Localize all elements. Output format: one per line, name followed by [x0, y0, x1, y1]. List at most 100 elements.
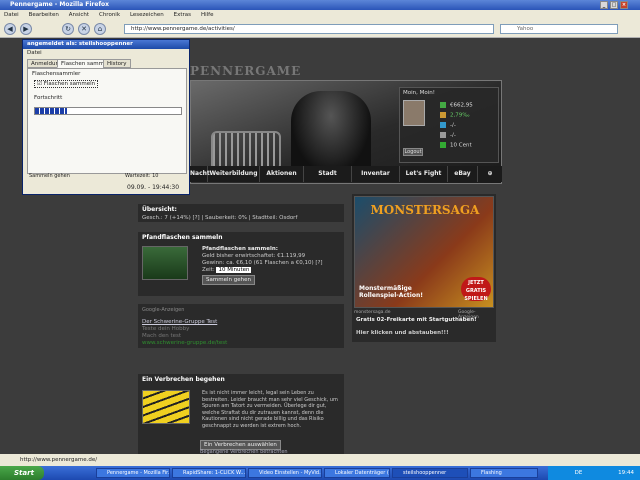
progress-bar — [34, 107, 182, 115]
google-ad-link[interactable]: Der Schwerine-Gruppe Test — [138, 319, 344, 326]
back-icon[interactable]: ◀ — [4, 23, 16, 35]
menu-chronik[interactable]: Chronik — [99, 12, 120, 18]
nav-ebay[interactable]: eBay — [448, 166, 478, 182]
stat-cent: 10 Cent — [440, 142, 472, 149]
money-icon — [440, 102, 446, 108]
window-title: Pennergame - Mozilla Firefox — [10, 1, 110, 8]
minimize-button[interactable]: _ — [600, 1, 608, 9]
menu-extras[interactable]: Extras — [174, 12, 191, 18]
collect-checkbox[interactable]: ☑ Flaschen sammeln — [34, 80, 99, 88]
addon-timestamp: 09.09. - 19:44:30 — [127, 184, 180, 191]
bottles-section: Pfandflaschen sammeln Pfandflaschen samm… — [138, 232, 344, 296]
menu-hilfe[interactable]: Hilfe — [201, 12, 214, 18]
nav-stadt[interactable]: Stadt — [304, 166, 352, 182]
menu-datei[interactable]: Datei — [4, 12, 19, 18]
stop-icon[interactable]: ✕ — [78, 23, 90, 35]
menu-lesezeichen[interactable]: Lesezeichen — [130, 12, 164, 18]
reload-icon[interactable]: ↻ — [62, 23, 74, 35]
url-input[interactable]: http://www.pennergame.de/activities/ — [124, 24, 494, 34]
bottles-gain: Gewinn: ca. €6,10 (61 Flaschen a €0,10) … — [202, 260, 323, 266]
nav-lets-fight[interactable]: Let's Fight — [400, 166, 448, 182]
bottles-time-select[interactable]: 10 Minuten — [216, 267, 252, 273]
ad-logo: MONSTERSAGA — [370, 203, 480, 217]
main-nav: Nacht Weiterbildung Aktionen Stadt Inven… — [190, 166, 502, 182]
clock: 19:44 — [618, 470, 634, 476]
tab-history[interactable]: History — [103, 59, 131, 68]
google-ads-section: Google-Anzeigen Der Schwerine-Gruppe Tes… — [138, 304, 344, 348]
addon-menu-datei[interactable]: Datei — [27, 50, 42, 56]
menu-ansicht[interactable]: Ansicht — [69, 12, 89, 18]
browser-toolbar: ◀ ▶ ↻ ✕ ⌂ http://www.pennergame.de/activ… — [0, 20, 640, 38]
progress-fill — [35, 108, 68, 114]
collect-button[interactable]: Sammeln gehen — [202, 275, 255, 285]
crime-section: Ein Verbrechen begehen Es ist nicht imme… — [138, 374, 344, 455]
home-icon[interactable]: ⌂ — [94, 23, 106, 35]
addon-status: Sammeln gehen — [29, 173, 70, 179]
nav-nacht[interactable]: Nacht — [190, 166, 210, 182]
nav-aktionen[interactable]: Aktionen — [260, 166, 304, 182]
bottles-money: Geld bisher erwirtschaftet: €1.119,99 — [202, 253, 306, 259]
ad-title: Gratis 02-Freikarte mit Startguthaben! — [356, 317, 477, 323]
logout-button[interactable]: Logout — [403, 148, 423, 156]
ad-tagline: Monstermäßige Rollenspiel-Action! — [359, 285, 423, 299]
maximize-button[interactable]: □ — [610, 1, 618, 9]
hero-image — [291, 91, 371, 175]
ad-banner[interactable]: MONSTERSAGA Monstermäßige Rollenspiel-Ac… — [354, 196, 494, 308]
stat-clean: -/- — [440, 122, 456, 129]
crime-text: Es ist nicht immer leicht, legal sein Le… — [202, 390, 338, 429]
stat-cross-value: -/- — [450, 132, 456, 139]
task-steilshooppenner[interactable]: steilshooppenner — [392, 468, 468, 478]
wait-label-text: Wartezeit: — [125, 173, 151, 179]
browser-menubar: Datei Bearbeiten Ansicht Chronik Lesezei… — [0, 10, 640, 20]
close-button[interactable]: × — [620, 1, 628, 9]
nav-inventar[interactable]: Inventar — [352, 166, 400, 182]
stat-clean-value: -/- — [450, 122, 456, 129]
bottles-time-label: Zeit: — [202, 267, 215, 273]
arrow-up-icon — [440, 142, 446, 148]
overview-text: Gesch.: 7 (+14%) [?] | Sauberkeit: 0% | … — [142, 215, 298, 221]
stat-cross: -/- — [440, 132, 456, 139]
checkbox-icon: ☑ — [37, 81, 42, 87]
addon-window: angemeldet als: steilshooppenner Datei A… — [22, 39, 190, 195]
task-video[interactable]: Video Einstellen - MyVid... — [248, 468, 322, 478]
nav-weiterbildung[interactable]: Weiterbildung — [208, 166, 260, 182]
ad-source[interactable]: monstersaga.de — [354, 310, 391, 315]
task-rapidshare[interactable]: RapidShare: 1-CLICK W... — [172, 468, 246, 478]
stat-money: €662,95 — [440, 102, 473, 109]
bottles-image — [142, 246, 188, 280]
group-label: Flaschensammler — [32, 71, 81, 77]
bottles-heading: Pfandflaschen sammeln: — [202, 246, 278, 252]
google-ad-url[interactable]: www.schwerine-gruppe.de/test — [138, 340, 344, 347]
checkbox-label: Flaschen sammeln — [43, 81, 96, 87]
overview-section: Übersicht: Gesch.: 7 (+14%) [?] | Sauber… — [138, 204, 344, 222]
google-ad-line2: Teste dein Hobby — [142, 326, 190, 332]
cross-icon — [440, 132, 446, 138]
start-button[interactable]: Start — [0, 466, 44, 480]
user-panel: Moin, Moin! €662,95 2,79‰ -/- -/- 10 Cen… — [399, 87, 499, 163]
task-firefox[interactable]: Pennergame - Mozilla Fir... — [96, 468, 170, 478]
system-tray: DE 19:44 — [548, 466, 640, 480]
progress-label: Fortschritt — [34, 95, 63, 101]
ad-badge: JETZT GRATIS SPIELEN — [461, 277, 491, 302]
site-logo[interactable]: PENNERGAME — [190, 62, 310, 80]
task-flashing[interactable]: Flashing — [470, 468, 538, 478]
search-input[interactable]: Yahoo — [500, 24, 618, 34]
forward-icon[interactable]: ▶ — [20, 23, 32, 35]
taskbar: Start Pennergame - Mozilla Fir... RapidS… — [0, 466, 640, 480]
ad-link[interactable]: Hier klicken und abstauben!!! — [356, 330, 449, 336]
addon-panel: Flaschensammler ☑ Flaschen sammeln Forts… — [27, 68, 187, 174]
task-explorer[interactable]: Lokaler Datenträger (D:)... — [324, 468, 390, 478]
avatar[interactable] — [403, 100, 425, 126]
promille-icon — [440, 112, 446, 118]
stat-cent-value: 10 Cent — [450, 142, 472, 149]
crime-title: Ein Verbrechen begehen — [142, 376, 225, 383]
menu-bearbeiten[interactable]: Bearbeiten — [29, 12, 59, 18]
bottles-title: Pfandflaschen sammeln — [142, 234, 223, 241]
stat-promille: 2,79‰ — [440, 112, 470, 119]
wait-label: Wartezeit: 10 — [125, 173, 158, 179]
language-indicator[interactable]: DE — [575, 470, 583, 476]
addon-title: angemeldet als: steilshooppenner — [23, 40, 189, 49]
cart-image — [211, 131, 281, 171]
nav-more-icon[interactable]: ⊕ — [478, 166, 502, 182]
browser-title-bar: Pennergame - Mozilla Firefox _ □ × — [0, 0, 640, 10]
